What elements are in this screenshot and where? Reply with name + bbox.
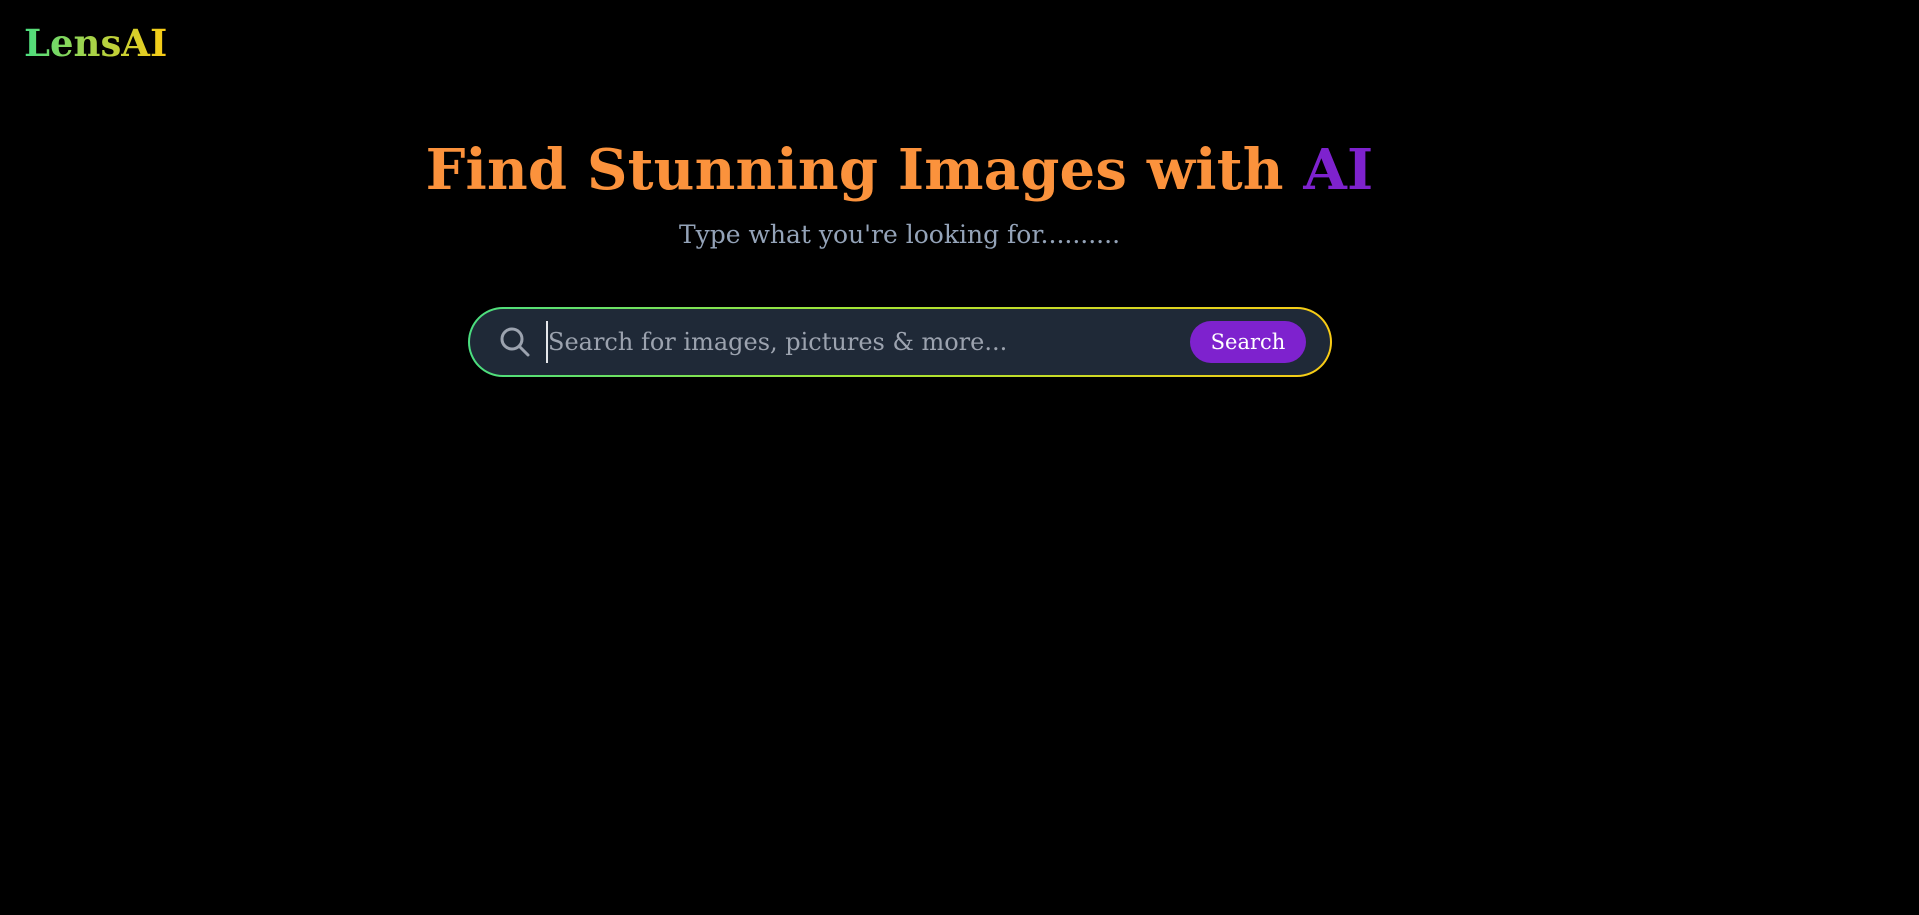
title-accent-text: AI	[1303, 137, 1374, 203]
brand-logo[interactable]: LensAI	[24, 20, 167, 66]
page-subtitle: Type what you're looking for..........	[678, 220, 1121, 249]
search-input[interactable]	[546, 321, 1190, 363]
title-main-text: Find Stunning Images with	[425, 137, 1304, 203]
search-bar: Search	[468, 307, 1332, 377]
search-bar-inner: Search	[470, 309, 1330, 375]
search-icon	[498, 325, 532, 359]
search-button[interactable]: Search	[1190, 321, 1306, 363]
page-title: Find Stunning Images with AI	[0, 136, 1799, 204]
hero-section: Find Stunning Images with AI Type what y…	[0, 136, 1799, 252]
